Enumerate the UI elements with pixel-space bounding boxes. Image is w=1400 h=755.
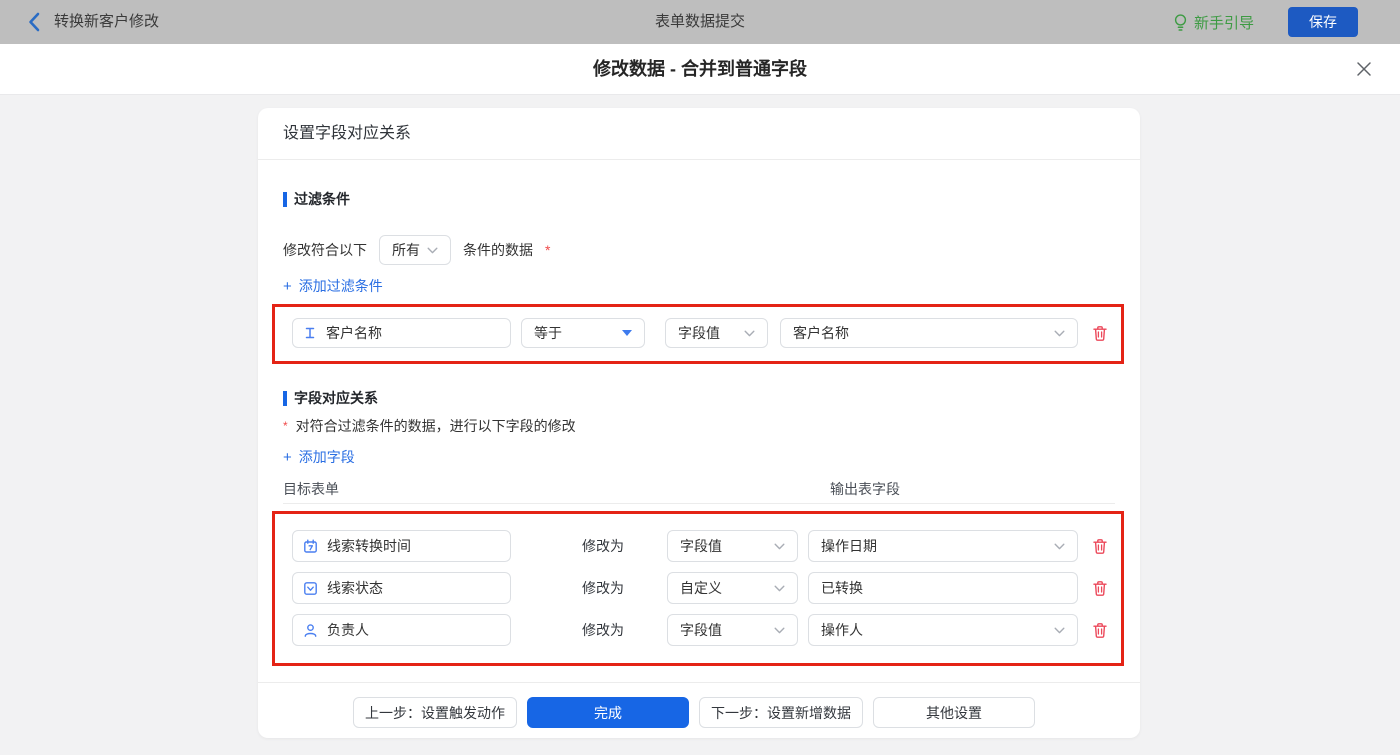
filter-field-input[interactable]: 客户名称 (292, 318, 511, 348)
footer-divider (258, 682, 1140, 683)
filter-value-type-select[interactable]: 字段值 (665, 318, 768, 348)
chevron-down-icon (1054, 627, 1065, 633)
add-filter-condition-link[interactable]: + 添加过滤条件 (283, 276, 383, 296)
mapping-section-title: 字段对应关系 (283, 388, 378, 408)
beginner-guide-label: 新手引导 (1194, 14, 1255, 32)
table-header-divider (283, 503, 1115, 504)
mapping-description: 对符合过滤条件的数据，进行以下字段的修改 (295, 418, 576, 434)
modify-to-label: 修改为 (582, 538, 624, 554)
column-header-target-form: 目标表单 (283, 481, 339, 497)
mapping-description-row: * 对符合过滤条件的数据，进行以下字段的修改 (283, 418, 576, 434)
match-prefix-label: 修改符合以下 (283, 242, 367, 258)
target-field-input[interactable]: 负责人 (292, 614, 511, 646)
save-button[interactable]: 保存 (1288, 7, 1358, 37)
custom-value-input[interactable]: 已转换 (808, 572, 1078, 604)
target-field-input[interactable]: 线索状态 (292, 572, 511, 604)
value-type-select[interactable]: 字段值 (667, 530, 798, 562)
chevron-down-icon (427, 247, 438, 253)
match-suffix-label: 条件的数据 (463, 242, 533, 258)
filter-value-select[interactable]: 客户名称 (780, 318, 1078, 348)
screen: 转换新客户修改 表单数据提交 新手引导 保存 修改数据 - 合并到普通字段 设置… (0, 0, 1400, 755)
done-button[interactable]: 完成 (527, 697, 689, 728)
required-asterisk: * (545, 242, 551, 258)
other-settings-button[interactable]: 其他设置 (873, 697, 1035, 728)
close-icon[interactable] (1356, 61, 1372, 77)
output-field-select[interactable]: 操作人 (808, 614, 1078, 646)
select-field-icon (304, 581, 317, 595)
column-header-output-field: 输出表字段 (830, 481, 900, 497)
section-accent-bar (283, 191, 287, 207)
filter-operator-select[interactable]: 等于 (521, 318, 645, 348)
value-type-select[interactable]: 自定义 (667, 572, 798, 604)
target-field-input[interactable]: 线索转换时间 (292, 530, 511, 562)
plus-icon: + (283, 448, 292, 466)
delete-row-icon[interactable] (1092, 580, 1108, 597)
beginner-guide-link[interactable]: 新手引导 (1173, 0, 1254, 44)
chevron-down-icon (744, 330, 755, 336)
field-mapping-panel: 设置字段对应关系 过滤条件 修改符合以下 所有 条件的数据 * + 添加过滤条件… (258, 108, 1140, 738)
filter-match-row: 修改符合以下 所有 条件的数据 * (283, 234, 550, 266)
add-field-link[interactable]: + 添加字段 (283, 447, 355, 467)
person-icon (304, 623, 317, 637)
plus-icon: + (283, 277, 292, 295)
value-type-select[interactable]: 字段值 (667, 614, 798, 646)
prev-step-button[interactable]: 上一步：设置触发动作 (353, 697, 517, 728)
top-bar: 转换新客户修改 表单数据提交 新手引导 保存 (0, 0, 1400, 44)
filter-section-title: 过滤条件 (283, 189, 350, 209)
next-step-button[interactable]: 下一步：设置新增数据 (699, 697, 863, 728)
modal-header: 修改数据 - 合并到普通字段 (0, 44, 1400, 95)
chevron-down-icon (774, 543, 785, 549)
calendar-icon (304, 539, 317, 553)
section-accent-bar (283, 390, 287, 406)
chevron-down-icon (1054, 543, 1065, 549)
chevron-down-icon (774, 585, 785, 591)
modify-to-label: 修改为 (582, 580, 624, 596)
modify-to-label: 修改为 (582, 622, 624, 638)
chevron-down-icon (774, 627, 785, 633)
delete-row-icon[interactable] (1092, 538, 1108, 555)
delete-filter-icon[interactable] (1092, 325, 1108, 342)
output-field-select[interactable]: 操作日期 (808, 530, 1078, 562)
required-asterisk: * (283, 419, 288, 433)
panel-header: 设置字段对应关系 (258, 108, 1140, 160)
delete-row-icon[interactable] (1092, 622, 1108, 639)
modal-title: 修改数据 - 合并到普通字段 (593, 59, 807, 79)
match-mode-select[interactable]: 所有 (379, 235, 451, 265)
lightbulb-icon (1174, 13, 1187, 31)
caret-down-icon (622, 330, 632, 336)
chevron-down-icon (1054, 330, 1065, 336)
text-field-icon (305, 327, 315, 339)
